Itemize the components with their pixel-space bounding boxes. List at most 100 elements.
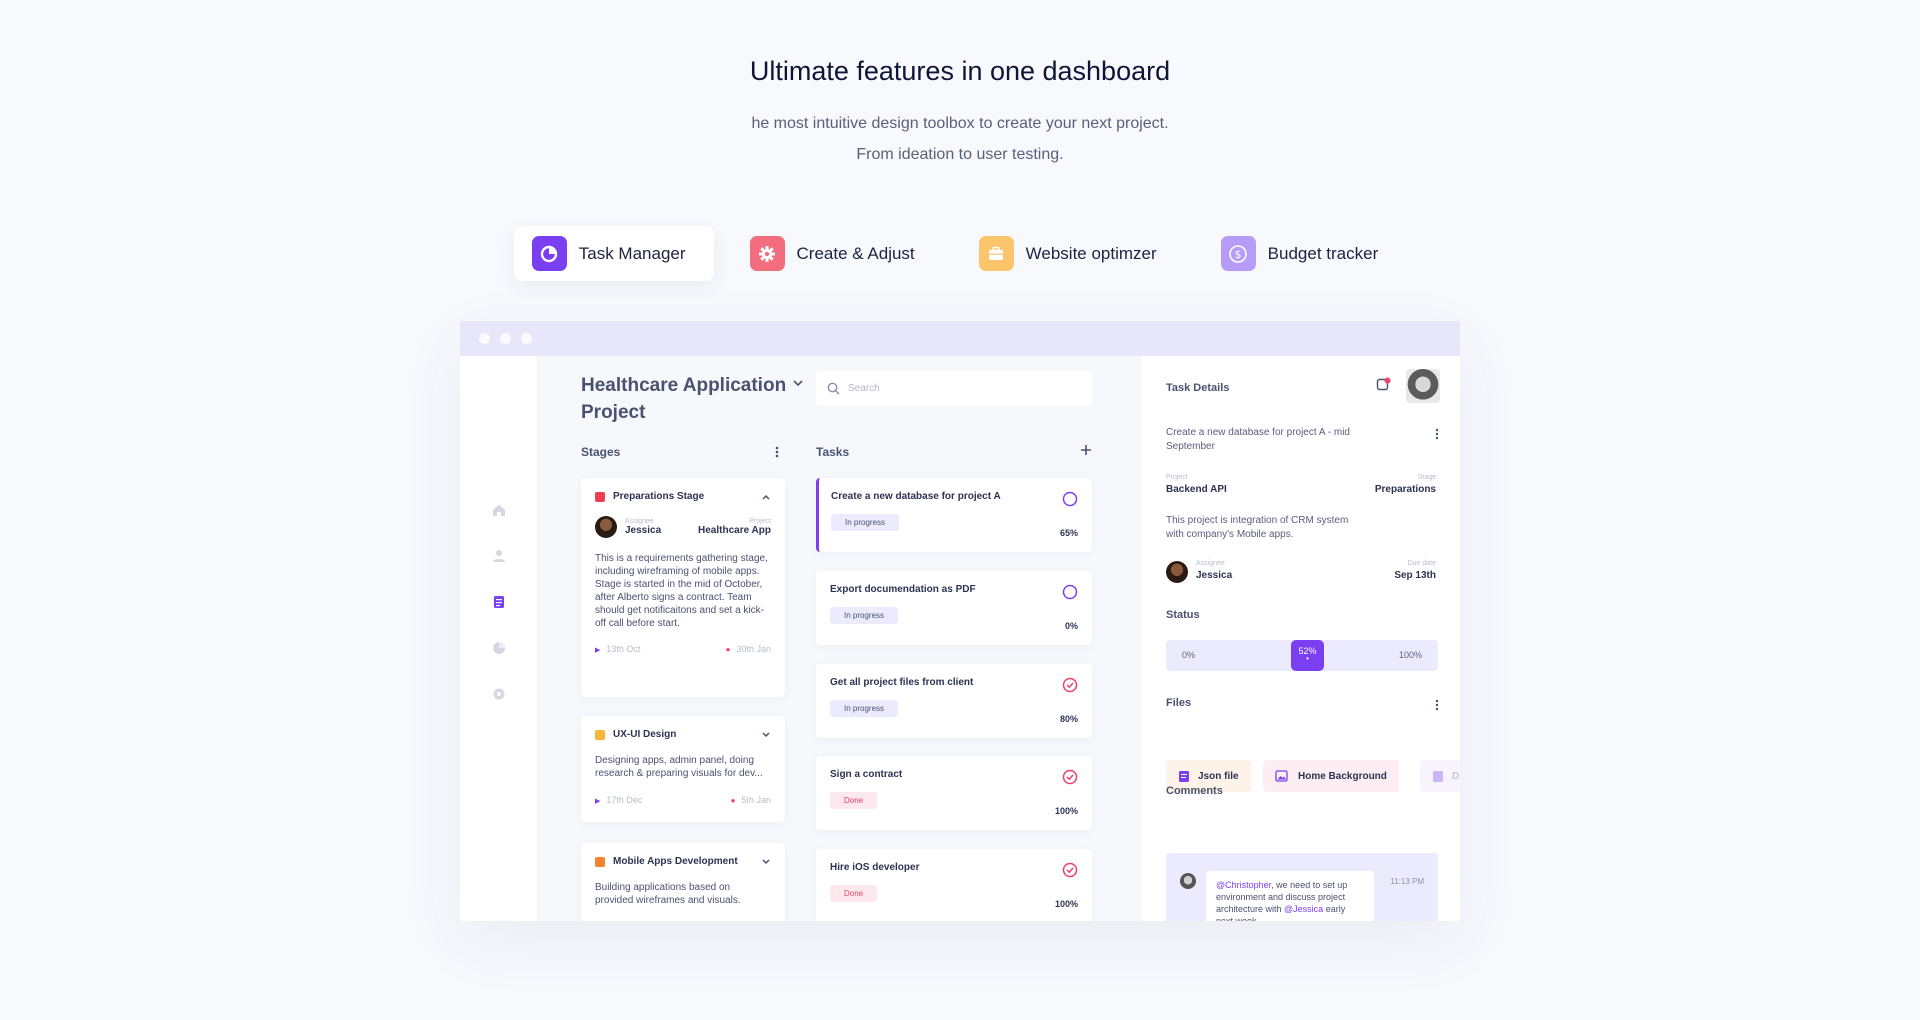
more-vertical-icon[interactable]: [775, 446, 779, 458]
task-status-badge: Done: [830, 885, 878, 902]
task-card[interactable]: Sign a contract Done 100%: [816, 756, 1092, 830]
status-min-label: 0%: [1182, 650, 1196, 660]
task-percent: 65%: [1059, 528, 1078, 538]
status-max-label: 100%: [1398, 650, 1422, 660]
task-title: Hire iOS developer: [830, 862, 920, 873]
task-card[interactable]: Export documendation as PDF In progress …: [816, 571, 1092, 645]
task-card[interactable]: Hire iOS developer Done 100%: [816, 849, 1092, 921]
task-title: Export documendation as PDF: [830, 584, 976, 595]
stage-color-marker: [595, 729, 605, 740]
briefcase-icon: [978, 236, 1014, 271]
user-icon[interactable]: [491, 548, 507, 564]
stage-label: Stage: [1417, 474, 1436, 481]
comment-mention[interactable]: @Jessica: [1284, 904, 1323, 914]
add-icon[interactable]: [1080, 444, 1092, 456]
assignee-name: Jessica: [1196, 570, 1233, 581]
assignee-label: Assignee: [625, 518, 654, 525]
file-name: Json file: [1198, 770, 1239, 782]
task-title: Get all project files from client: [830, 677, 974, 688]
dashboard-preview-window: Healthcare Application Project Search St…: [460, 321, 1460, 921]
comment-time: 11:13 PM: [1390, 877, 1424, 886]
more-vertical-icon[interactable]: [1435, 699, 1439, 711]
search-placeholder: Search: [848, 383, 880, 394]
detail-description: This project is integration of CRM syste…: [1166, 515, 1349, 540]
more-vertical-icon[interactable]: [1435, 428, 1439, 440]
search-input[interactable]: Search: [816, 371, 1092, 406]
stage-name: UX-UI Design: [613, 729, 677, 740]
feature-tabs: Task Manager Create & Adjust Website opt…: [0, 226, 1920, 281]
task-status-badge: In progress: [830, 607, 899, 624]
tab-website-optimizer[interactable]: Website optimzer: [961, 226, 1185, 281]
tab-budget-tracker[interactable]: $ Budget tracker: [1203, 226, 1407, 281]
assignee-label: Assignee: [1196, 560, 1225, 567]
avatar[interactable]: [1406, 369, 1440, 403]
stage-end-date: 5th Jan: [731, 795, 771, 805]
stage-start-date: 17th Dec: [595, 795, 642, 805]
task-card[interactable]: Create a new database for project A In p…: [816, 478, 1092, 552]
project-title[interactable]: Healthcare Application Project: [581, 372, 791, 426]
task-percent: 100%: [1054, 806, 1078, 816]
tab-task-manager[interactable]: Task Manager: [513, 226, 714, 281]
detail-stage-name: Preparations: [1374, 484, 1436, 495]
hero-subtitle-line2: From ideation to user testing.: [856, 146, 1064, 163]
tasks-header: Tasks: [816, 445, 850, 459]
task-card[interactable]: Get all project files from client In pro…: [816, 664, 1092, 738]
task-open-circle-icon[interactable]: [1062, 584, 1078, 600]
gear-icon: [749, 236, 785, 271]
task-status-badge: In progress: [830, 700, 899, 717]
stage-description: This is a requirements gathering stage, …: [595, 553, 768, 629]
chevron-down-icon[interactable]: [792, 378, 804, 388]
comment-mention[interactable]: @Christopher: [1216, 880, 1271, 890]
project-main: Healthcare Application Project Search St…: [538, 356, 1142, 921]
task-status-badge: Done: [830, 792, 878, 809]
task-details-panel: Task Details Create a new database for p…: [1142, 356, 1460, 921]
stage-name: Preparations Stage: [613, 491, 705, 502]
assignee-name: Jessica: [625, 525, 662, 536]
stages-header: Stages: [581, 445, 621, 459]
tab-label: Budget tracker: [1267, 243, 1379, 263]
project-name: Healthcare App: [698, 525, 771, 536]
chevron-down-icon[interactable]: [761, 731, 771, 739]
task-percent: 100%: [1054, 899, 1078, 909]
project-label: Project: [1166, 474, 1188, 481]
chevron-up-icon[interactable]: [761, 493, 771, 501]
chevron-down-icon[interactable]: [761, 858, 771, 866]
document-icon[interactable]: [491, 594, 507, 610]
file-chip[interactable]: Home Background: [1263, 760, 1399, 792]
comments-header: Comments: [1166, 785, 1223, 797]
settings-icon[interactable]: [491, 686, 507, 702]
status-slider-handle[interactable]: 52% •: [1291, 640, 1324, 671]
pie-chart-icon[interactable]: [491, 640, 507, 656]
document-icon: [1179, 770, 1189, 782]
tab-create-adjust[interactable]: Create & Adjust: [732, 226, 943, 281]
status-header: Status: [1166, 609, 1200, 621]
window-titlebar: [460, 321, 1460, 356]
task-title: Create a new database for project A: [831, 491, 1001, 502]
detail-project-name: Backend API: [1166, 484, 1227, 495]
window-dot: [500, 333, 511, 344]
stage-color-marker: [595, 856, 605, 867]
image-icon: [1275, 770, 1288, 782]
task-percent: 0%: [1064, 621, 1078, 631]
app-body: Healthcare Application Project Search St…: [460, 356, 1460, 921]
task-title: Sign a contract: [830, 769, 903, 780]
project-label: Project: [749, 518, 771, 525]
notification-icon[interactable]: [1376, 377, 1391, 392]
stage-card[interactable]: Preparations Stage Assignee Jessica Proj…: [581, 478, 785, 697]
pie-chart-icon: [531, 236, 567, 271]
task-status-badge: In progress: [831, 514, 900, 531]
status-progress-bar[interactable]: 0% 100% 52% •: [1166, 640, 1438, 671]
stage-description: Designing apps, admin panel, doing resea…: [595, 755, 763, 779]
check-circle-icon[interactable]: [1062, 677, 1078, 693]
stage-card[interactable]: UX-UI Design Designing apps, admin panel…: [581, 716, 785, 822]
check-circle-icon[interactable]: [1062, 769, 1078, 785]
avatar: [595, 516, 617, 538]
home-icon[interactable]: [491, 502, 507, 518]
check-circle-icon[interactable]: [1062, 862, 1078, 878]
stage-name: Mobile Apps Development: [613, 856, 738, 867]
file-chip[interactable]: D: [1420, 760, 1460, 792]
stage-card[interactable]: Mobile Apps Development Building applica…: [581, 843, 785, 921]
search-icon: [827, 382, 840, 395]
stage-description: Building applications based on provided …: [595, 882, 741, 906]
task-open-circle-icon[interactable]: [1062, 491, 1078, 507]
